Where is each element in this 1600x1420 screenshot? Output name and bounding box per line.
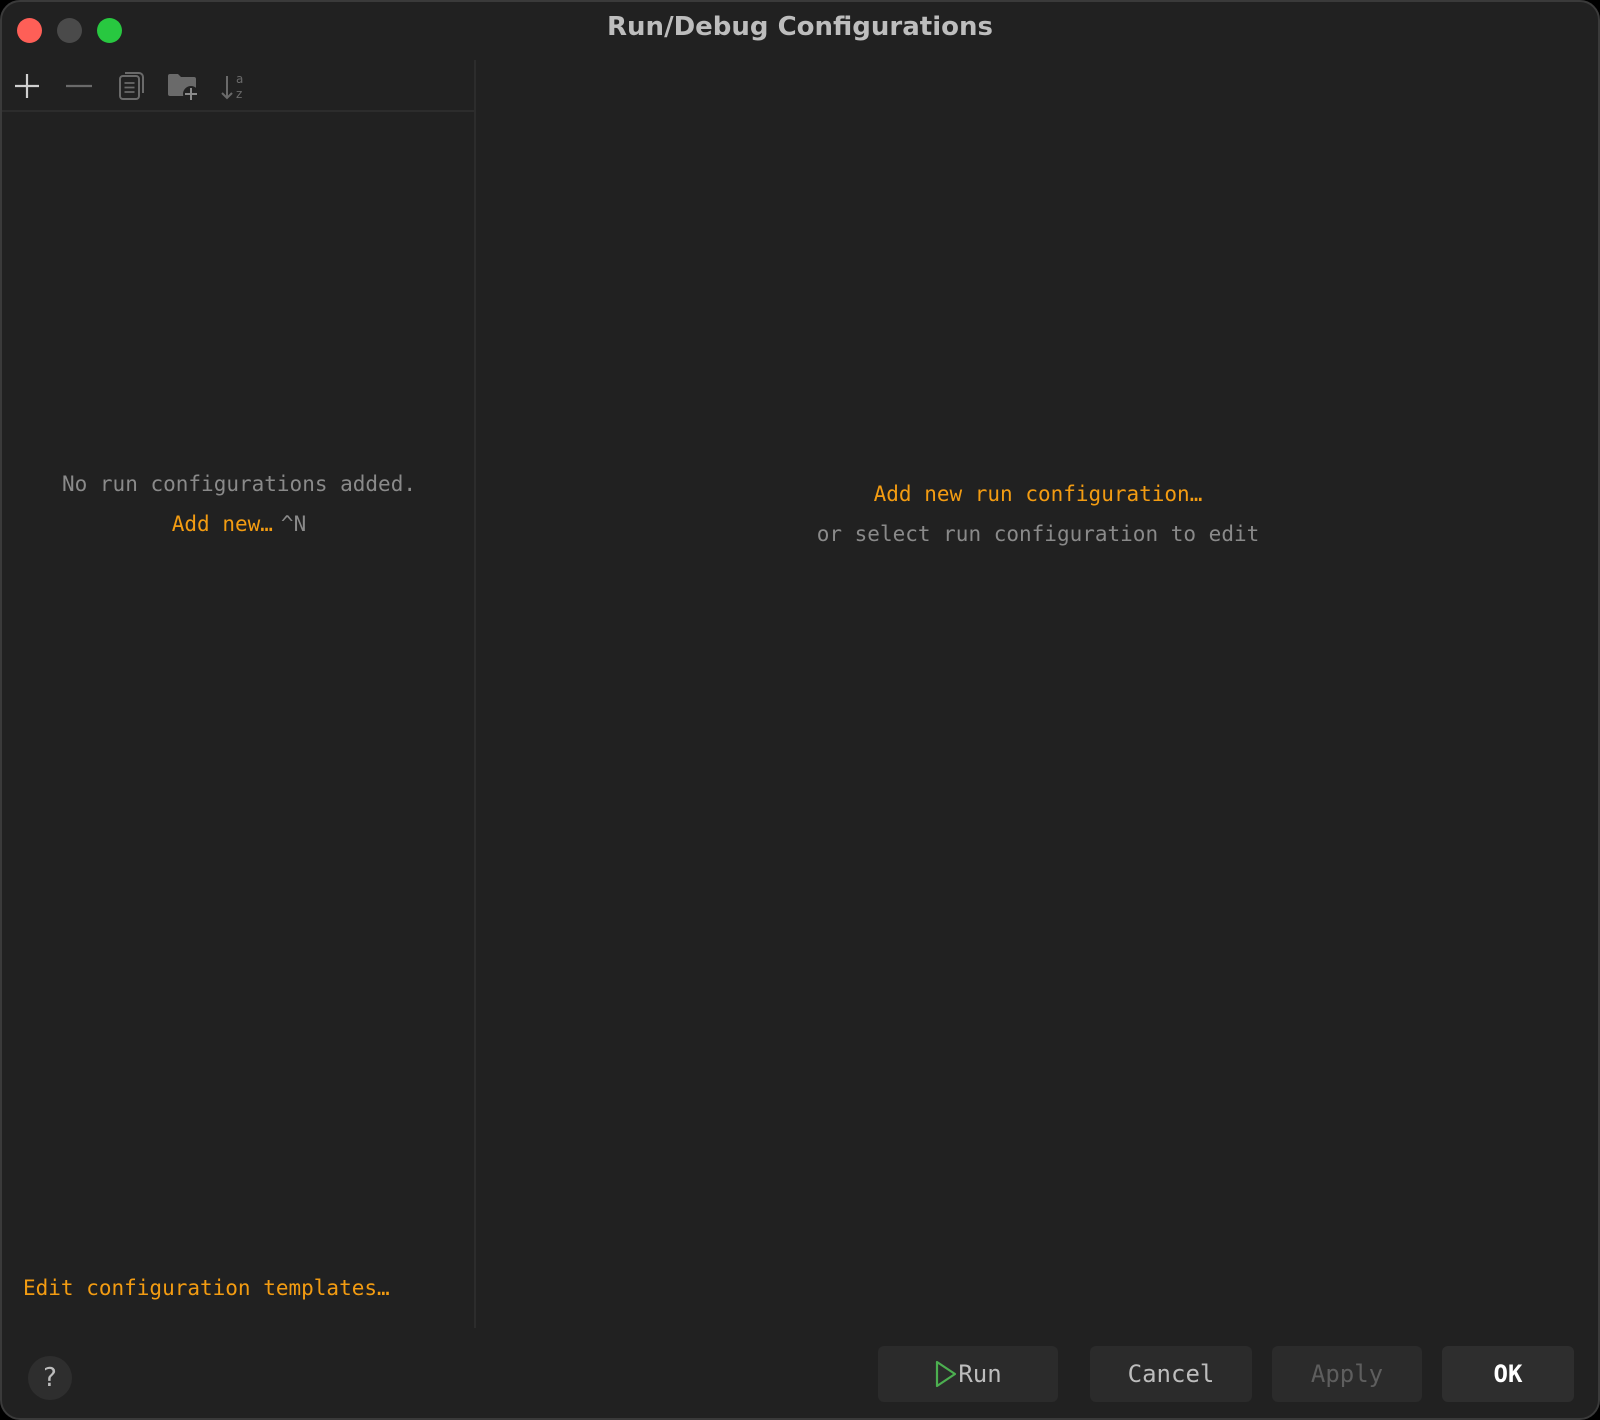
new-folder-icon	[168, 74, 199, 102]
add-new-shortcut: ^N	[280, 512, 307, 536]
add-configuration-button[interactable]	[7, 66, 47, 106]
copy-configuration-button[interactable]	[111, 66, 151, 106]
add-new-row: Add new… ^N	[2, 512, 476, 536]
help-button[interactable]: ?	[28, 1356, 72, 1400]
window-title: Run/Debug Configurations	[607, 12, 993, 42]
copy-icon	[119, 72, 144, 100]
configurations-tree-panel: a z No run configurations added. Add new…	[2, 60, 476, 1328]
empty-configurations-message: No run configurations added.	[61, 472, 416, 496]
run-button[interactable]: Run	[878, 1346, 1058, 1402]
remove-configuration-button[interactable]	[59, 66, 99, 106]
apply-button[interactable]: Apply	[1272, 1346, 1422, 1402]
cancel-button[interactable]: Cancel	[1090, 1346, 1252, 1402]
add-icon	[15, 74, 39, 98]
svg-text:a: a	[236, 72, 243, 86]
configurations-toolbar: a z	[2, 60, 476, 112]
run-icon	[934, 1359, 958, 1389]
add-new-run-configuration-link[interactable]: Add new run configuration…	[478, 482, 1598, 506]
sort-alphabetically-button[interactable]: a z	[215, 66, 255, 106]
sort-alpha-icon: a z	[221, 72, 243, 101]
new-folder-button[interactable]	[163, 66, 203, 106]
run-button-label: Run	[958, 1360, 1002, 1388]
ok-button[interactable]: OK	[1442, 1346, 1574, 1402]
select-configuration-hint: or select run configuration to edit	[816, 522, 1260, 546]
edit-configuration-templates-link[interactable]: Edit configuration templates…	[23, 1276, 390, 1300]
add-new-link[interactable]: Add new…	[172, 512, 273, 536]
run-debug-configurations-dialog: Run/Debug Configurations a z No run conf…	[0, 0, 1600, 1420]
title-bar: Run/Debug Configurations	[2, 2, 1598, 58]
remove-icon	[66, 84, 92, 88]
configuration-editor-panel: Add new run configuration… or select run…	[478, 60, 1598, 1328]
svg-text:z: z	[236, 87, 242, 101]
